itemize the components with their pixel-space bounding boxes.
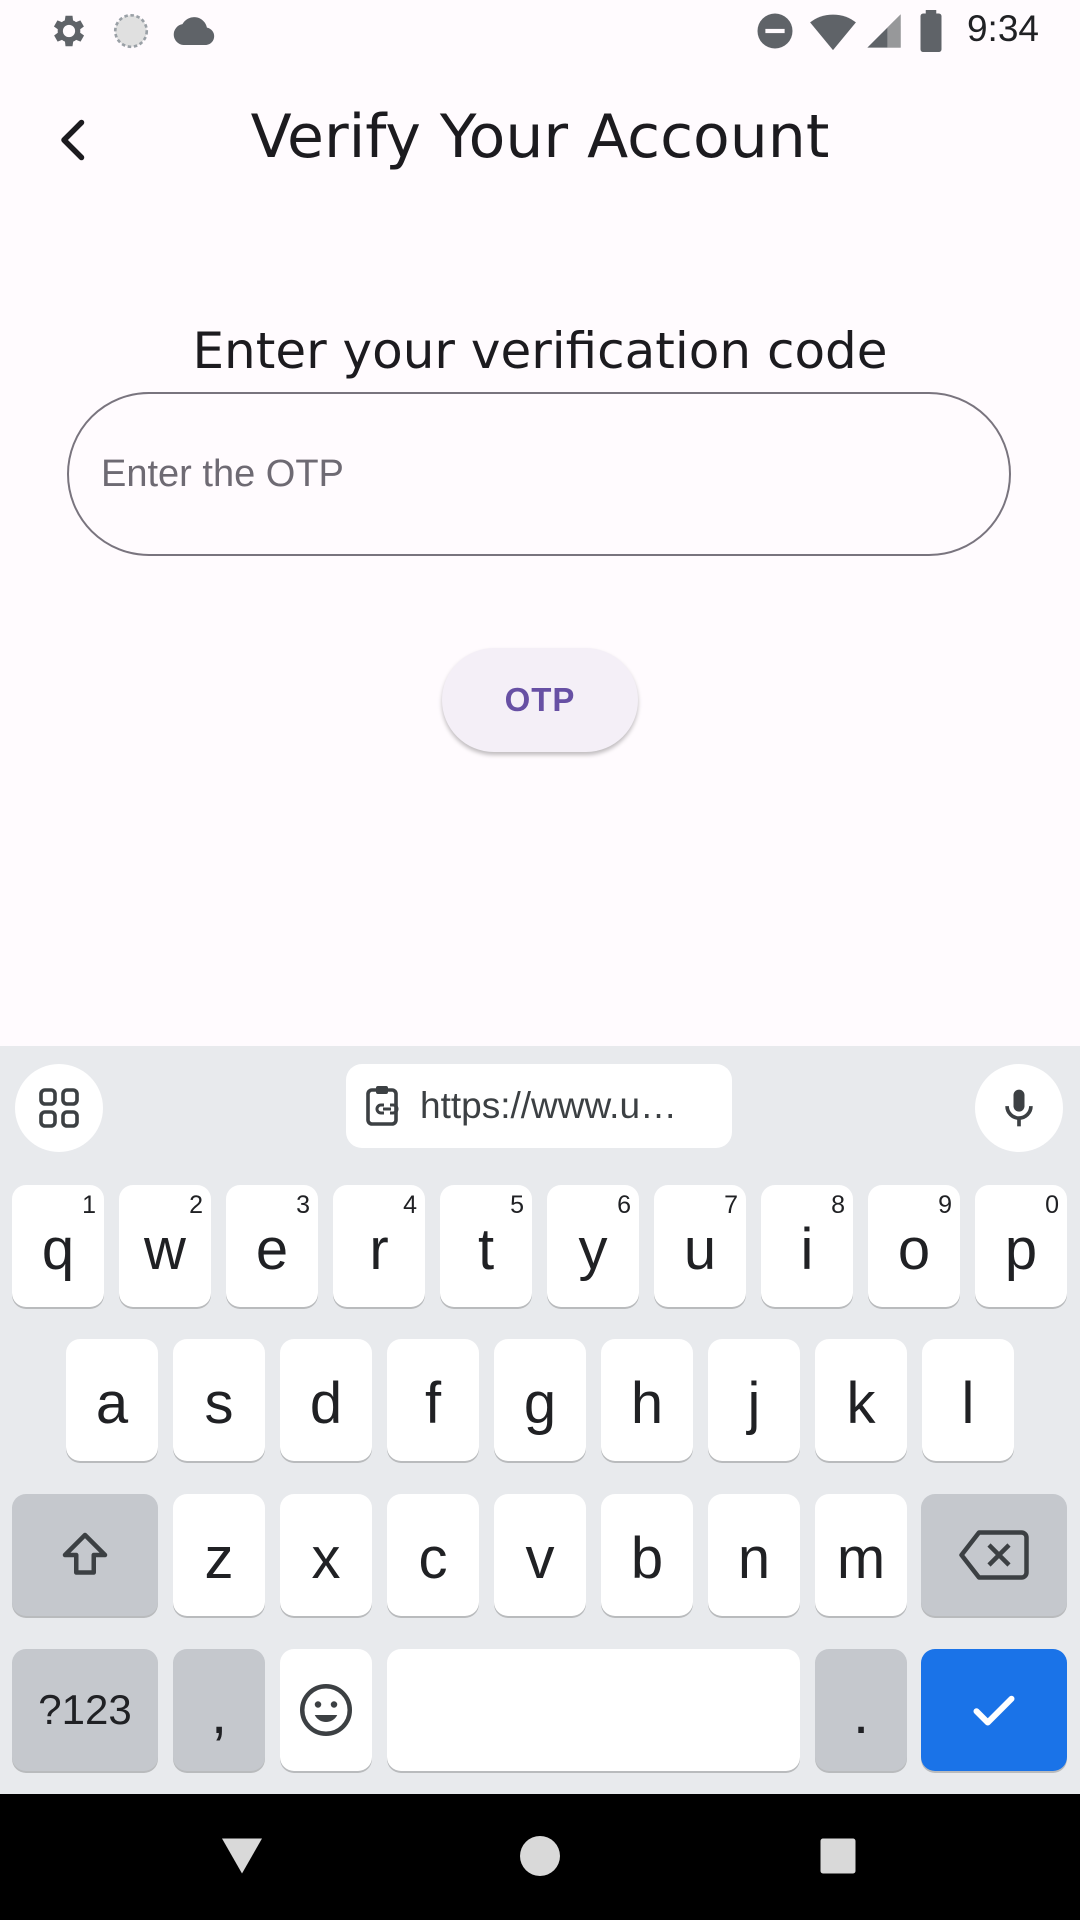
back-triangle-icon[interactable] <box>212 1826 272 1886</box>
checkmark-icon <box>973 1695 1015 1726</box>
key-p[interactable]: 0p <box>975 1185 1067 1307</box>
keyboard-apps-button[interactable] <box>15 1064 103 1152</box>
key-f[interactable]: f <box>387 1339 479 1461</box>
key-j[interactable]: j <box>708 1339 800 1461</box>
key-i[interactable]: 8i <box>761 1185 853 1307</box>
key-l[interactable]: l <box>922 1339 1014 1461</box>
key-r[interactable]: 4r <box>333 1185 425 1307</box>
period-key[interactable]: . <box>815 1649 907 1771</box>
apps-grid-icon <box>39 1088 79 1128</box>
key-h[interactable]: h <box>601 1339 693 1461</box>
key-q[interactable]: 1q <box>12 1185 104 1307</box>
key-n[interactable]: n <box>708 1494 800 1616</box>
status-bar: 9:34 <box>0 0 1080 62</box>
key-x[interactable]: x <box>280 1494 372 1616</box>
status-time: 9:34 <box>966 8 1039 49</box>
otp-button[interactable]: OTP <box>442 648 638 752</box>
key-o[interactable]: 9o <box>868 1185 960 1307</box>
key-t[interactable]: 5t <box>440 1185 532 1307</box>
key-b[interactable]: b <box>601 1494 693 1616</box>
key-v[interactable]: v <box>494 1494 586 1616</box>
page-title: Verify Your Account <box>250 102 830 172</box>
space-key[interactable] <box>387 1649 800 1771</box>
key-a[interactable]: a <box>66 1339 158 1461</box>
backspace-icon <box>959 1530 1029 1580</box>
sync-icon <box>113 13 149 49</box>
clipboard-suggestion-chip[interactable]: https://www.u… <box>346 1064 732 1148</box>
do-not-disturb-icon <box>757 13 793 49</box>
key-e[interactable]: 3e <box>226 1185 318 1307</box>
screen: 9:34 Verify Your Account Enter your veri… <box>0 0 1080 1920</box>
key-w[interactable]: 2w <box>119 1185 211 1307</box>
clipboard-chip-text: https://www.u… <box>420 1085 678 1126</box>
recents-square-icon[interactable] <box>808 1826 868 1886</box>
microphone-icon <box>1005 1089 1033 1127</box>
backspace-key[interactable] <box>921 1494 1067 1616</box>
battery-icon <box>920 10 942 52</box>
verification-prompt: Enter your verification code <box>192 322 888 380</box>
comma-key[interactable]: , <box>173 1649 265 1771</box>
key-c[interactable]: c <box>387 1494 479 1616</box>
keyboard-toolbar: https://www.u… <box>0 1046 1080 1166</box>
clipboard-link-icon <box>366 1086 399 1126</box>
signal-icon <box>867 14 901 48</box>
shift-key[interactable] <box>12 1494 158 1616</box>
enter-key[interactable] <box>921 1649 1067 1771</box>
navigation-bar <box>0 1794 1080 1920</box>
key-m[interactable]: m <box>815 1494 907 1616</box>
emoji-icon <box>300 1684 352 1736</box>
home-circle-icon[interactable] <box>510 1826 570 1886</box>
keyboard: https://www.u… 1q 2w 3e 4r 5t 6y 7u 8i 9… <box>0 1046 1080 1794</box>
gear-icon <box>53 15 85 47</box>
key-k[interactable]: k <box>815 1339 907 1461</box>
key-y[interactable]: 6y <box>547 1185 639 1307</box>
key-u[interactable]: 7u <box>654 1185 746 1307</box>
wifi-icon <box>810 14 856 51</box>
key-s[interactable]: s <box>173 1339 265 1461</box>
emoji-key[interactable] <box>280 1649 372 1771</box>
voice-input-button[interactable] <box>975 1064 1063 1152</box>
key-z[interactable]: z <box>173 1494 265 1616</box>
key-d[interactable]: d <box>280 1339 372 1461</box>
cloud-icon <box>173 17 215 45</box>
otp-input[interactable] <box>67 392 1011 556</box>
shift-icon <box>62 1532 108 1575</box>
app-bar: Verify Your Account <box>0 62 1080 212</box>
symbols-key[interactable]: ?123 <box>12 1649 158 1771</box>
key-g[interactable]: g <box>494 1339 586 1461</box>
